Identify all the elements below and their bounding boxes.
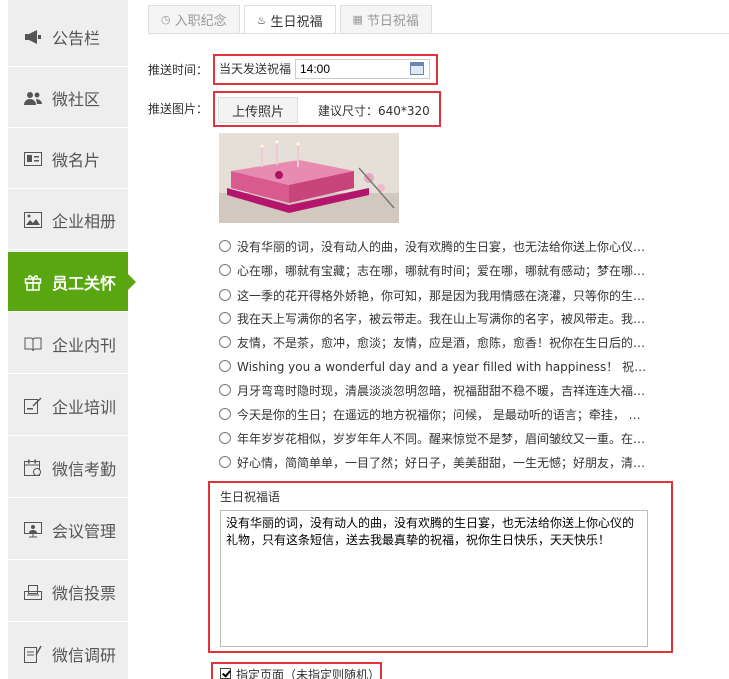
birthday-cake-image	[219, 133, 399, 223]
blessing-option[interactable]: 好心情，简简单单，一目了然；好日子，美美甜甜，一生无憾；好朋友，清清爽爽，一世相…	[219, 453, 649, 471]
blessing-option[interactable]: 今天是你的生日；在遥远的地方祝福你；问候， 是最动听的语言；牵挂， 是最温暖的心…	[219, 405, 649, 423]
push-image-label: 推送图片：	[148, 102, 209, 116]
sidebar-item-label: 员工关怀	[52, 273, 117, 293]
sidebar-item-label: 会议管理	[52, 521, 117, 541]
upload-photo-button[interactable]: 上传照片	[218, 97, 298, 123]
sidebar-item-business-card[interactable]: 微名片	[8, 129, 128, 189]
sidebar-item-survey[interactable]: 微信调研	[8, 624, 128, 679]
sidebar-item-training[interactable]: 企业培训	[8, 376, 128, 436]
tab-label: 入职纪念	[174, 14, 227, 29]
blessing-option-text: 今天是你的生日；在遥远的地方祝福你；问候， 是最动听的语言；牵挂， 是最温暖的心…	[237, 407, 649, 422]
sidebar-item-label: 微信投票	[52, 583, 117, 603]
blessing-option-text: 年年岁岁花相似，岁岁年年人不同。醒来惊觉不是梦，眉间皱纹又一重。在你生日的这一天…	[237, 431, 649, 446]
sidebar-item-community[interactable]: 微社区	[8, 68, 128, 128]
training-icon	[24, 396, 42, 415]
blessing-option-text: 心在哪，哪就有宝藏；志在哪，哪就有时间；爱在哪，哪就有感动；梦在哪，哪就有未来；…	[237, 263, 649, 278]
tab-holiday-wishes[interactable]: ▦ 节日祝福	[339, 5, 432, 33]
calendar-picker-icon[interactable]	[410, 62, 424, 75]
blessing-option[interactable]: 这一季的花开得格外娇艳，你可知，那是因为我用情感在浇灌，只等你的生日到来，我把这…	[219, 286, 649, 304]
sidebar-item-label: 企业相册	[52, 211, 117, 231]
tab-label: 节日祝福	[366, 14, 419, 29]
blessing-option-text: 这一季的花开得格外娇艳，你可知，那是因为我用情感在浇灌，只等你的生日到来，我把这…	[237, 288, 649, 303]
sidebar-item-label: 微名片	[52, 150, 101, 170]
blessing-option-text: Wishing you a wonderful day and a year f…	[237, 359, 649, 374]
specify-page-label: 指定页面（未指定则随机）	[236, 668, 381, 679]
radio-button[interactable]	[219, 312, 231, 324]
users-icon	[24, 89, 42, 107]
radio-button[interactable]	[219, 360, 231, 372]
clock-icon: ◷	[161, 13, 171, 26]
id-card-icon	[24, 150, 42, 168]
radio-button[interactable]	[219, 408, 231, 420]
sidebar-item-label: 微信调研	[52, 645, 117, 665]
tab-birthday-wishes[interactable]: ♨ 生日祝福	[243, 5, 336, 34]
tab-bar: ◷ 入职纪念 ♨ 生日祝福 ▦ 节日祝福	[148, 5, 436, 34]
blessing-option[interactable]: 友情，不是茶，愈冲，愈淡；友情，应是酒，愈陈，愈香！祝你在生日后的每一天都快乐幸…	[219, 333, 649, 351]
blessing-option-text: 友情，不是茶，愈冲，愈淡；友情，应是酒，愈陈，愈香！祝你在生日后的每一天都快乐幸…	[237, 335, 649, 350]
radio-button[interactable]	[219, 264, 231, 276]
tab-onboarding-anniversary[interactable]: ◷ 入职纪念	[148, 5, 240, 33]
blessing-textarea[interactable]: 没有华丽的词，没有动人的曲，没有欢腾的生日宴，也无法给你送上你心仪的礼物，只有这…	[220, 510, 648, 647]
gift-icon	[24, 273, 42, 291]
sidebar-item-label: 公告栏	[52, 28, 101, 48]
vote-icon	[24, 583, 42, 601]
sidebar-item-employee-care[interactable]: 员工关怀	[8, 252, 136, 312]
sidebar-item-magazine[interactable]: 企业内刊	[8, 314, 128, 374]
sidebar-item-vote[interactable]: 微信投票	[8, 562, 128, 622]
megaphone-icon	[24, 28, 42, 46]
blessing-option[interactable]: 年年岁岁花相似，岁岁年年人不同。醒来惊觉不是梦，眉间皱纹又一重。在你生日的这一天…	[219, 429, 649, 447]
radio-button[interactable]	[219, 289, 231, 301]
radio-button[interactable]	[219, 432, 231, 444]
push-time-prefix: 当天发送祝福	[219, 62, 292, 76]
calendar-check-icon	[24, 459, 42, 477]
blessing-option-text: 没有华丽的词，没有动人的曲，没有欢腾的生日宴，也无法给你送上你心仪的礼物，只有这…	[237, 239, 649, 254]
blessing-option[interactable]: Wishing you a wonderful day and a year f…	[219, 357, 649, 375]
blessing-option-text: 好心情，简简单单，一目了然；好日子，美美甜甜，一生无憾；好朋友，清清爽爽，一世相…	[237, 455, 649, 470]
blessing-option-text: 月牙弯弯时隐时现，清晨淡淡忽明忽暗，祝福甜甜不稳不暖，吉祥连连大福大满，生日快乐…	[237, 383, 649, 398]
calendar-icon: ▦	[352, 13, 363, 26]
sidebar-item-label: 微社区	[52, 89, 101, 109]
book-icon	[24, 335, 42, 353]
survey-icon	[24, 645, 42, 663]
push-time-label: 推送时间：	[148, 63, 209, 77]
tab-divider	[148, 33, 729, 34]
blessing-option[interactable]: 月牙弯弯时隐时现，清晨淡淡忽明忽暗，祝福甜甜不稳不暖，吉祥连连大福大满，生日快乐…	[219, 381, 649, 399]
blessing-option-text: 我在天上写满你的名字，被云带走。我在山上写满你的名字，被风带走。我在心里写满你的…	[237, 311, 649, 326]
image-icon	[24, 211, 42, 229]
sidebar-item-label: 企业内刊	[52, 335, 117, 355]
sidebar-item-announcements[interactable]: 公告栏	[8, 7, 128, 67]
sidebar-item-attendance[interactable]: 微信考勤	[8, 438, 128, 498]
radio-button[interactable]	[219, 240, 231, 252]
specify-page-checkbox[interactable]	[220, 668, 231, 679]
meeting-icon	[24, 521, 42, 539]
sidebar-item-meetings[interactable]: 会议管理	[8, 500, 128, 560]
size-hint: 建议尺寸：640*320	[318, 104, 430, 118]
sidebar-item-album[interactable]: 企业相册	[8, 190, 128, 250]
blessing-option[interactable]: 心在哪，哪就有宝藏；志在哪，哪就有时间；爱在哪，哪就有感动；梦在哪，哪就有未来；…	[219, 261, 649, 279]
cake-icon: ♨	[256, 13, 267, 27]
blessing-option[interactable]: 没有华丽的词，没有动人的曲，没有欢腾的生日宴，也无法给你送上你心仪的礼物，只有这…	[219, 237, 649, 255]
radio-button[interactable]	[219, 336, 231, 348]
radio-button[interactable]	[219, 456, 231, 468]
radio-button[interactable]	[219, 384, 231, 396]
sidebar-item-label: 企业培训	[52, 397, 117, 417]
tab-label: 生日祝福	[270, 14, 323, 30]
blessing-option[interactable]: 我在天上写满你的名字，被云带走。我在山上写满你的名字，被风带走。我在心里写满你的…	[219, 309, 649, 327]
sidebar-item-label: 微信考勤	[52, 459, 117, 479]
blessing-text-label: 生日祝福语	[220, 490, 281, 504]
sidebar: 公告栏 微社区 微名片 企业相册 员工关怀 企业内刊 企业培训 微信考勤 会议管…	[8, 0, 136, 679]
